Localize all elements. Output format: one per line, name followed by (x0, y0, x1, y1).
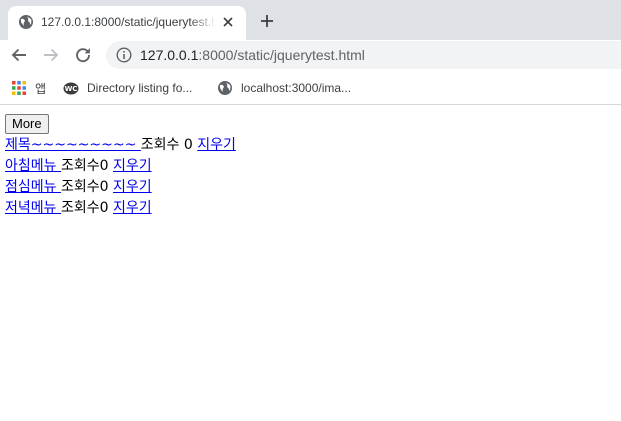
list-item: 저녁메뉴 조회수0 지우기 (5, 198, 615, 219)
bookmarks-bar: 앱 WC Directory listing fo... localhost:3… (0, 71, 621, 105)
list-item: 아침메뉴 조회수0 지우기 (5, 156, 615, 177)
address-host: 127.0.0.1 (140, 47, 199, 63)
view-count: 조회수 0 (140, 137, 198, 153)
view-count: 조회수0 (60, 200, 113, 216)
globe-icon (18, 14, 34, 30)
post-title-link[interactable]: 점심메뉴 (5, 179, 61, 195)
view-count: 조회수0 (60, 158, 113, 174)
bookmark-directory-listing[interactable]: WC Directory listing fo... (63, 79, 192, 97)
address-url: 127.0.0.1:8000/static/jquerytest.html (140, 47, 365, 63)
forward-button[interactable] (40, 44, 62, 66)
post-title-link[interactable]: 저녁메뉴 (5, 200, 61, 216)
bookmark-label: 앱 (35, 81, 47, 96)
back-button[interactable] (8, 44, 30, 66)
delete-link[interactable]: 지우기 (113, 200, 152, 216)
info-icon[interactable] (116, 47, 132, 63)
page-content: More 제목~~~~~~~~~ 조회수 0 지우기 아침메뉴 조회수0 지우기… (5, 114, 615, 219)
arrow-right-icon (44, 48, 59, 62)
view-count: 조회수0 (60, 179, 113, 195)
reload-icon (76, 48, 90, 63)
plus-icon (261, 15, 273, 27)
more-button[interactable]: More (5, 114, 49, 134)
new-tab-button[interactable] (256, 10, 278, 32)
bookmark-label: Directory listing fo... (87, 81, 193, 95)
delete-link[interactable]: 지우기 (197, 137, 236, 153)
globe-icon (217, 80, 233, 96)
svg-text:WC: WC (65, 85, 78, 93)
list-item: 제목~~~~~~~~~ 조회수 0 지우기 (5, 135, 615, 156)
post-title-link[interactable]: 제목~~~~~~~~~ (5, 137, 141, 153)
list-item: 점심메뉴 조회수0 지우기 (5, 177, 615, 198)
close-icon[interactable] (220, 14, 236, 30)
address-path: :8000/static/jquerytest.html (198, 47, 365, 63)
browser-tab[interactable]: 127.0.0.1:8000/static/jquerytest.html (8, 6, 246, 40)
browser-toolbar: 127.0.0.1:8000/static/jquerytest.html (0, 40, 621, 71)
wc-logo-icon: WC (63, 80, 79, 96)
address-bar[interactable]: 127.0.0.1:8000/static/jquerytest.html (106, 41, 621, 69)
arrow-left-icon (11, 48, 26, 62)
delete-link[interactable]: 지우기 (113, 179, 152, 195)
apps-grid-icon (11, 80, 27, 96)
delete-link[interactable]: 지우기 (113, 158, 152, 174)
post-title-link[interactable]: 아침메뉴 (5, 158, 61, 174)
bookmark-localhost[interactable]: localhost:3000/ima... (217, 79, 351, 97)
tab-strip: 127.0.0.1:8000/static/jquerytest.html (0, 0, 621, 40)
tab-title: 127.0.0.1:8000/static/jquerytest.html (41, 15, 216, 29)
reload-button[interactable] (72, 44, 94, 66)
bookmark-apps[interactable]: 앱 (11, 79, 46, 97)
bookmark-label: localhost:3000/ima... (241, 81, 352, 95)
